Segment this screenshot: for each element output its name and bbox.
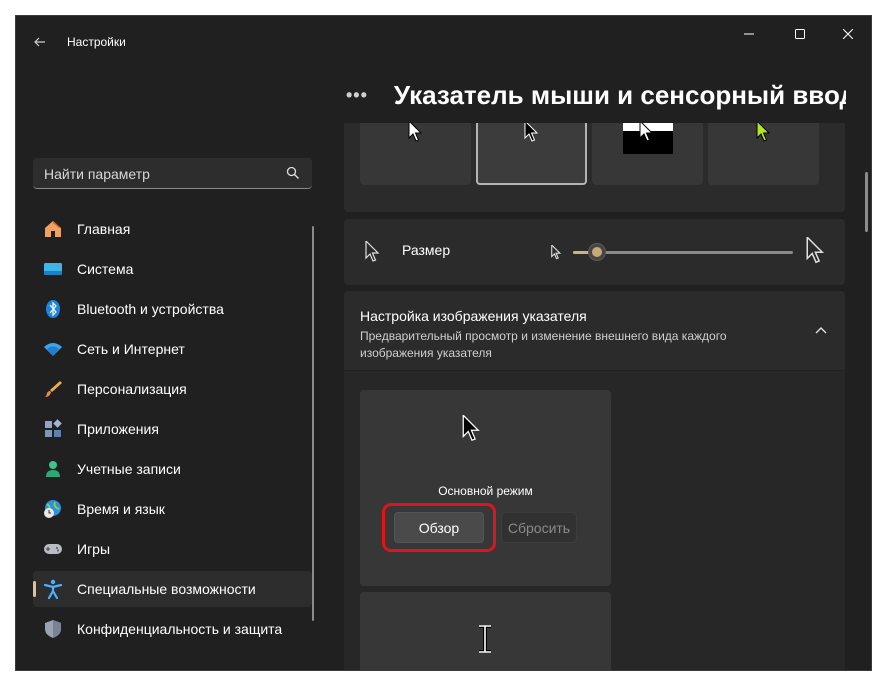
content-scrollbar[interactable] — [865, 172, 868, 232]
search-box[interactable] — [33, 158, 312, 190]
pointer-image-tile-text — [360, 592, 611, 670]
reset-button[interactable]: Сбросить — [501, 512, 577, 543]
content-area: Размер Настройка изображения указателя П… — [344, 123, 845, 670]
settings-window: Настройки Главная Система — [16, 16, 871, 670]
app-title: Настройки — [67, 35, 126, 49]
shield-icon — [43, 619, 63, 639]
maximize-icon — [795, 29, 805, 39]
globe-clock-icon — [43, 499, 63, 519]
large-pointer-icon — [806, 237, 825, 264]
close-icon — [843, 29, 853, 39]
sidebar-nav: Главная Система Bluetooth и устройства С… — [33, 211, 312, 651]
chevron-up-icon[interactable] — [813, 322, 829, 338]
search-input[interactable] — [33, 158, 286, 190]
inverted-cursor-icon — [623, 123, 673, 154]
white-arrow-cursor-icon — [408, 123, 423, 142]
pointer-style-black[interactable] — [476, 123, 587, 185]
wifi-icon — [43, 339, 63, 359]
pointer-size-icon — [365, 241, 380, 262]
pointer-style-custom[interactable] — [708, 123, 819, 185]
breadcrumb: ••• Указатель мыши и сенсорный ввод — [346, 78, 846, 112]
normal-select-cursor-icon — [462, 415, 480, 442]
sidebar-item-label: Специальные возможности — [77, 581, 256, 597]
pointer-image-tile-normal: Основной режим Обзор Сбросить — [360, 390, 611, 586]
sidebar-item-apps[interactable]: Приложения — [33, 411, 312, 447]
sidebar-item-label: Персонализация — [77, 381, 187, 397]
sidebar-item-label: Bluetooth и устройства — [77, 301, 224, 317]
sidebar-item-label: Конфиденциальность и защита — [77, 621, 283, 637]
sidebar-item-accounts[interactable]: Учетные записи — [33, 451, 312, 487]
sidebar-item-label: Учетные записи — [77, 461, 181, 477]
small-pointer-icon — [551, 245, 562, 260]
active-indicator — [33, 581, 36, 597]
sidebar-item-label: Главная — [77, 221, 131, 237]
sidebar-item-label: Система — [77, 261, 134, 277]
account-icon — [43, 459, 63, 479]
size-slider-thumb[interactable] — [588, 243, 607, 261]
black-arrow-cursor-icon — [524, 123, 539, 142]
gamepad-icon — [43, 539, 63, 559]
system-display-icon — [43, 259, 63, 279]
sidebar-item-personalization[interactable]: Персонализация — [33, 371, 312, 407]
sidebar-scrollbar[interactable] — [312, 226, 314, 621]
text-select-cursor-icon — [479, 625, 491, 653]
home-icon — [43, 219, 63, 239]
expander-description: Предварительный просмотр и изменение вне… — [360, 329, 727, 360]
sidebar-item-accessibility[interactable]: Специальные возможности — [33, 571, 312, 607]
highlight-annotation — [382, 503, 496, 552]
breadcrumb-more-button[interactable]: ••• — [346, 85, 368, 106]
title-bar: Настройки — [16, 16, 871, 66]
back-arrow-icon — [34, 37, 45, 47]
sidebar-item-bluetooth[interactable]: Bluetooth и устройства — [33, 291, 312, 327]
maximize-button[interactable] — [780, 24, 820, 44]
minimize-icon — [744, 33, 754, 35]
sidebar-item-network[interactable]: Сеть и Интернет — [33, 331, 312, 367]
page-title: Указатель мыши и сенсорный ввод — [393, 79, 846, 110]
sidebar-item-label: Время и язык — [77, 501, 165, 517]
size-label: Размер — [402, 242, 451, 258]
sidebar-item-time-language[interactable]: Время и язык — [33, 491, 312, 527]
bluetooth-icon — [43, 299, 63, 319]
sidebar-item-system[interactable]: Система — [33, 251, 312, 287]
back-button[interactable] — [28, 30, 52, 54]
expander-title: Настройка изображения указателя — [360, 308, 587, 324]
brush-icon — [43, 379, 63, 399]
sidebar-item-home[interactable]: Главная — [33, 211, 312, 247]
close-button[interactable] — [828, 24, 868, 44]
pointer-mode-label: Основной режим — [438, 484, 533, 498]
pointer-style-card — [344, 123, 845, 212]
search-icon[interactable] — [286, 166, 300, 180]
customize-pointer-expander[interactable]: Настройка изображения указателя Предвари… — [344, 291, 845, 370]
apps-icon — [43, 419, 63, 439]
accessibility-icon — [43, 579, 63, 599]
sidebar-item-label: Игры — [77, 541, 111, 557]
pointer-style-white[interactable] — [360, 123, 471, 185]
minimize-button[interactable] — [729, 24, 769, 44]
custom-color-cursor-icon — [756, 123, 771, 142]
sidebar-item-label: Приложения — [77, 421, 159, 437]
sidebar-item-privacy[interactable]: Конфиденциальность и защита — [33, 611, 312, 647]
sidebar-item-gaming[interactable]: Игры — [33, 531, 312, 567]
sidebar-item-label: Сеть и Интернет — [77, 341, 185, 357]
pointer-style-inverted[interactable] — [592, 123, 703, 185]
pointer-images-panel: Основной режим Обзор Сбросить — [344, 371, 845, 670]
pointer-size-card: Размер — [344, 219, 845, 285]
